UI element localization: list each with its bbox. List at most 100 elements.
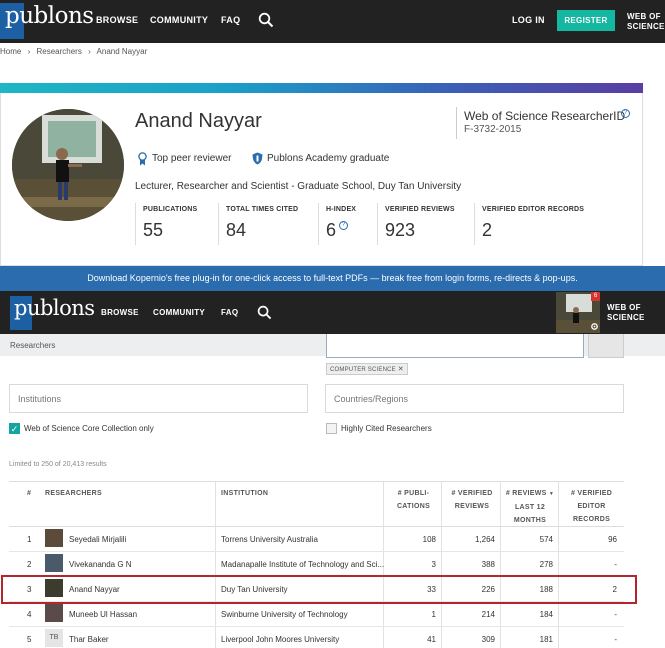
researcher-institution: Liverpool John Moores University [221,635,340,644]
row-rank: 5 [27,635,32,644]
researcher-avatar [45,529,63,547]
breadcrumb-researchers[interactable]: Researchers [36,47,81,56]
breadcrumb-sep-icon: › [27,47,31,56]
col-editor-records[interactable]: # VERIFIED EDITOR RECORDS [564,487,619,526]
info-icon[interactable]: ? [339,221,348,230]
institutions-input[interactable]: Institutions [9,384,308,413]
row-reviews: 388 [481,560,495,569]
researcher-institution: Swinburne University of Technology [221,610,348,619]
kopernio-banner[interactable]: Download Kopernio's free plug-in for one… [0,266,665,291]
col-reviews-last12[interactable]: # REVIEWS ▼ LAST 12 MONTHS [504,487,556,527]
row-reviews: 309 [481,635,495,644]
nav-faq[interactable]: FAQ [221,15,240,25]
row-reviews: 1,264 [474,535,495,544]
results-count: Limited to 250 of 20,413 results [9,461,107,468]
wos-line1: WEB OF [627,12,661,21]
countries-input[interactable]: Countries/Regions [325,384,624,413]
researcher-name[interactable]: Muneeb Ul Hassan [69,610,137,619]
row-last12: 278 [539,560,553,569]
row-publications: 3 [431,560,436,569]
col-verified-reviews-l2: REVIEWS [454,503,490,510]
publons-logo[interactable]: publons [8,296,95,332]
close-icon[interactable]: ✕ [398,366,404,373]
logo-text: publons [5,3,94,29]
highly-cited-label[interactable]: Highly Cited Researchers [341,424,432,433]
nav-community[interactable]: COMMUNITY [150,15,208,25]
table-row[interactable]: 2 Vivekananda G N Madanapalle Institute … [9,552,624,577]
wos-line2: SCIENCE [607,313,645,322]
highly-cited-checkbox[interactable] [326,423,337,434]
table-row[interactable]: 5 TB Thar Baker Liverpool John Moores Un… [9,627,624,648]
profile-avatar [12,109,124,221]
wos-link[interactable]: WEB OF SCIENCE [627,12,665,32]
info-icon[interactable]: ? [621,109,630,118]
stat-publications-value[interactable]: 55 [143,220,163,241]
core-collection-checkbox[interactable]: ✓ [9,423,20,434]
search-icon[interactable] [258,12,274,28]
col-rank[interactable]: # [27,487,31,500]
col-researchers[interactable]: RESEARCHERS [45,487,102,500]
researcher-institution: Madanapalle Institute of Technology and … [221,560,385,569]
col-editor-records-l3: RECORDS [572,516,611,523]
category-dropdown-button[interactable] [588,334,624,358]
nav-community[interactable]: COMMUNITY [153,308,205,317]
top-reviewer-label: Top peer reviewer [152,153,232,164]
login-link[interactable]: LOG IN [512,15,545,25]
col-reviews-last12-l2: LAST 12 [514,504,546,511]
row-rank: 1 [27,535,32,544]
notification-badge[interactable]: 6 [591,292,600,301]
table-row[interactable]: 4 Muneeb Ul Hassan Swinburne University … [9,602,624,627]
col-reviews-last12-l3: MONTHS [513,517,547,524]
researcher-institution: Torrens University Australia [221,535,318,544]
nav-browse[interactable]: BROWSE [101,308,139,317]
researcher-name[interactable]: Thar Baker [69,635,109,644]
row-publications: 1 [431,610,436,619]
core-collection-label[interactable]: Web of Science Core Collection only [24,424,154,433]
breadcrumb-home[interactable]: Home [0,47,21,56]
stat-cited-value[interactable]: 84 [226,220,246,241]
stat-publications-label: PUBLICATIONS [143,206,198,213]
breadcrumb: Home › Researchers › Anand Nayyar [0,47,151,63]
col-publications[interactable]: # PUBLI- CATIONS [396,487,431,513]
wos-link[interactable]: WEB OF SCIENCE [607,303,645,323]
row-last12: 184 [539,610,553,619]
sort-down-icon: ▼ [548,491,555,497]
profile-role: Lecturer, Researcher and Scientist - Gra… [135,181,462,192]
researcher-name[interactable]: Seyedali Mirjalili [69,535,126,544]
publons-logo[interactable]: publons [0,0,94,43]
researcher-id-value: F-3732-2015 [464,124,522,135]
researcher-avatar [45,604,63,622]
col-editor-records-l1: # VERIFIED [570,490,613,497]
stat-divider [318,203,319,245]
researcher-initials-avatar: TB [45,629,63,647]
stat-reviews-value[interactable]: 923 [385,220,415,241]
register-button[interactable]: REGISTER [557,10,615,31]
stat-hindex-label: H-INDEX [326,206,357,213]
col-institution[interactable]: INSTITUTION [221,487,268,500]
researcher-id-title: Web of Science ResearcherID [464,109,626,123]
stat-editor-value[interactable]: 2 [482,220,492,241]
profile-accent-bar [0,83,643,93]
nav-faq[interactable]: FAQ [221,308,238,317]
search-icon[interactable] [257,305,272,320]
researcher-name[interactable]: Vivekananda G N [69,560,132,569]
row-editor: - [614,635,617,644]
shield-icon [252,152,263,165]
col-reviews-last12-l1: # REVIEWS ▼ [505,490,555,497]
ribbon-icon [138,152,147,166]
col-verified-reviews[interactable]: # VERIFIED REVIEWS [444,487,500,513]
filter-chip[interactable]: COMPUTER SCIENCE ✕ [326,363,408,375]
table-row[interactable]: 1 Seyedali Mirjalili Torrens University … [9,527,624,552]
breadcrumb-sep-icon: › [88,47,91,56]
profile-name: Anand Nayyar [135,110,262,132]
gear-icon[interactable] [590,322,599,331]
col-publications-l2: CATIONS [396,503,431,510]
stat-divider [135,203,136,245]
nav-browse[interactable]: BROWSE [96,15,138,25]
row-editor: 96 [608,535,617,544]
avatar-photo-icon [12,109,124,221]
row-reviews: 214 [481,610,495,619]
researcher-id-divider [456,107,457,139]
stat-hindex-value: 6 [326,220,337,240]
category-input[interactable] [326,334,584,358]
